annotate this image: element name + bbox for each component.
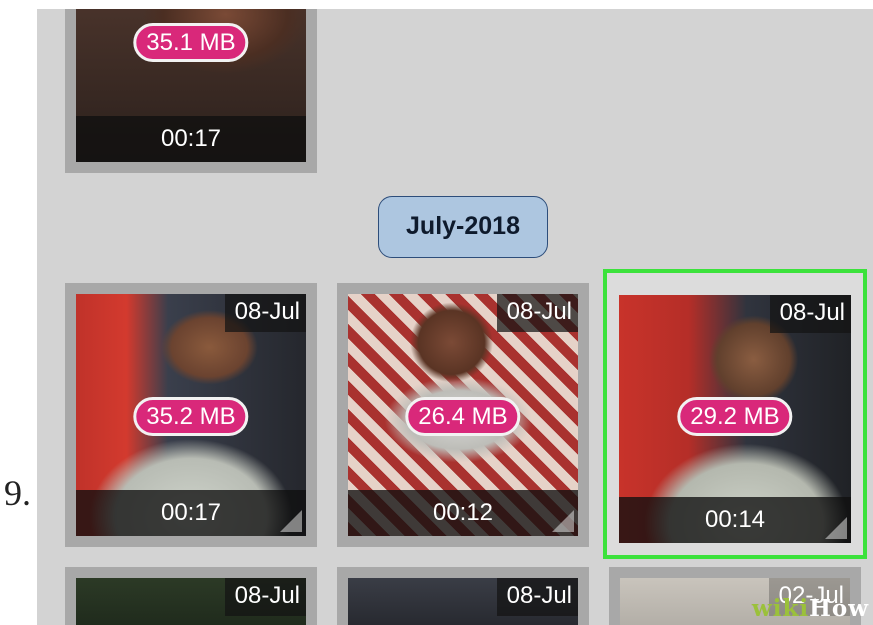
video-preview-image: 35.1 MB 00:17 <box>76 9 306 162</box>
file-size-badge: 26.4 MB <box>405 397 521 437</box>
video-thumbnail[interactable]: 08-Jul <box>65 567 317 625</box>
month-section-header: July-2018 <box>378 196 548 258</box>
video-thumbnail[interactable]: 08-Jul 35.2 MB 00:17 <box>65 283 317 547</box>
video-preview-image: 08-Jul 26.4 MB 00:12 <box>348 294 578 536</box>
duration-bar: 00:12 <box>348 490 578 536</box>
video-preview-image: 08-Jul <box>76 578 306 625</box>
date-badge: 08-Jul <box>496 294 578 332</box>
video-thumbnail[interactable]: 35.1 MB 00:17 <box>65 9 317 173</box>
video-thumbnail-selected[interactable]: 08-Jul 29.2 MB 00:14 <box>603 269 867 559</box>
video-preview-image: 08-Jul 29.2 MB 00:14 <box>619 295 851 543</box>
file-size-badge: 35.2 MB <box>133 397 249 437</box>
watermark-wiki-text: wiki <box>751 595 810 622</box>
play-corner-icon <box>552 510 574 532</box>
video-thumbnail[interactable]: 08-Jul <box>337 567 589 625</box>
tutorial-step-image: 9. 35.1 MB 00:17 July-2018 08-Jul 35.2 M… <box>0 0 873 625</box>
play-corner-icon <box>280 510 302 532</box>
duration-label: 00:17 <box>160 499 222 526</box>
file-size-badge: 35.1 MB <box>133 23 249 63</box>
duration-bar: 00:17 <box>76 116 306 162</box>
duration-label: 00:17 <box>160 125 222 152</box>
date-badge: 08-Jul <box>496 578 578 616</box>
play-corner-icon <box>825 517 847 539</box>
duration-label: 00:14 <box>704 506 766 533</box>
date-badge: 08-Jul <box>769 295 851 333</box>
wikihow-watermark: wikiHow <box>752 595 869 622</box>
file-size-badge: 29.2 MB <box>677 397 793 437</box>
duration-bar: 00:14 <box>619 497 851 543</box>
duration-bar: 00:17 <box>76 490 306 536</box>
step-number: 9. <box>4 473 31 513</box>
video-preview-image: 08-Jul 35.2 MB 00:17 <box>76 294 306 536</box>
video-gallery-screen: 35.1 MB 00:17 July-2018 08-Jul 35.2 MB 0… <box>37 9 873 625</box>
date-badge: 08-Jul <box>224 294 306 332</box>
duration-label: 00:12 <box>432 499 494 526</box>
watermark-how-text: How <box>809 595 869 622</box>
date-badge: 08-Jul <box>224 578 306 616</box>
video-thumbnail[interactable]: 08-Jul 26.4 MB 00:12 <box>337 283 589 547</box>
video-preview-image: 08-Jul <box>348 578 578 625</box>
